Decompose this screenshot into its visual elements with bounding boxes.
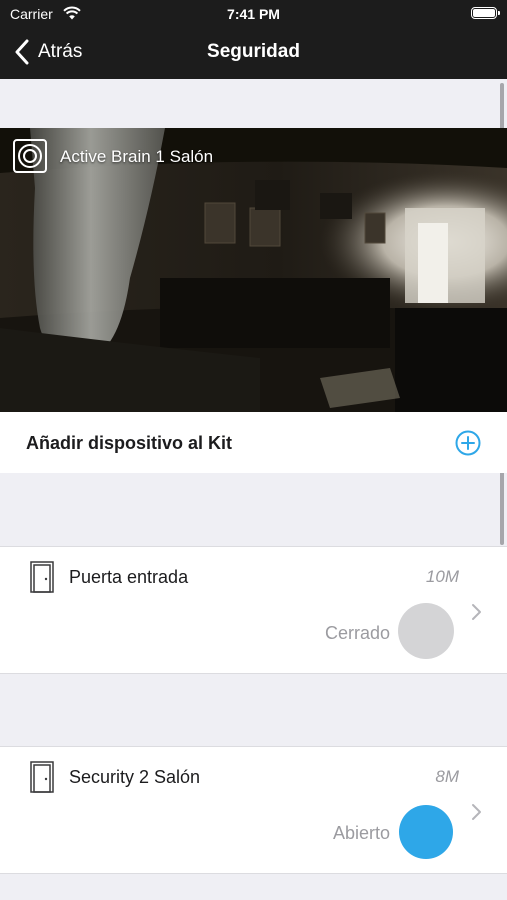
device-card[interactable]: Security 2 Salón 8M Abierto [0, 746, 507, 874]
battery-icon [471, 7, 500, 19]
door-icon [30, 761, 54, 793]
plus-circle-icon[interactable] [455, 430, 481, 456]
door-icon [30, 561, 54, 593]
chevron-right-icon [472, 604, 481, 620]
top-bar: Carrier 7:41 PM Atrás Seguridad [0, 0, 507, 79]
device-state-label: Cerrado [324, 623, 390, 643]
device-name: Puerta entrada [69, 567, 189, 587]
device-time: 10M [425, 567, 459, 586]
device-state-label: Abierto [332, 823, 390, 843]
chevron-right-icon [472, 804, 481, 820]
device-time: 8M [435, 767, 459, 786]
status-time: 7:41 PM [227, 6, 280, 22]
camera-feed[interactable]: Active Brain 1 Salón [0, 128, 507, 412]
camera-lens-icon [13, 139, 47, 173]
camera-title: Active Brain 1 Salón [60, 147, 214, 166]
add-device-label: Añadir dispositivo al Kit [26, 433, 233, 453]
status-bar: Carrier 7:41 PM [0, 0, 507, 28]
page-title: Seguridad [207, 41, 300, 62]
camera-image [0, 128, 507, 412]
add-device-row[interactable]: Añadir dispositivo al Kit [0, 412, 507, 473]
device-state-indicator[interactable] [398, 603, 454, 659]
device-state-indicator[interactable] [399, 805, 453, 859]
device-card[interactable]: Puerta entrada 10M Cerrado [0, 546, 507, 674]
device-name: Security 2 Salón [69, 767, 201, 787]
